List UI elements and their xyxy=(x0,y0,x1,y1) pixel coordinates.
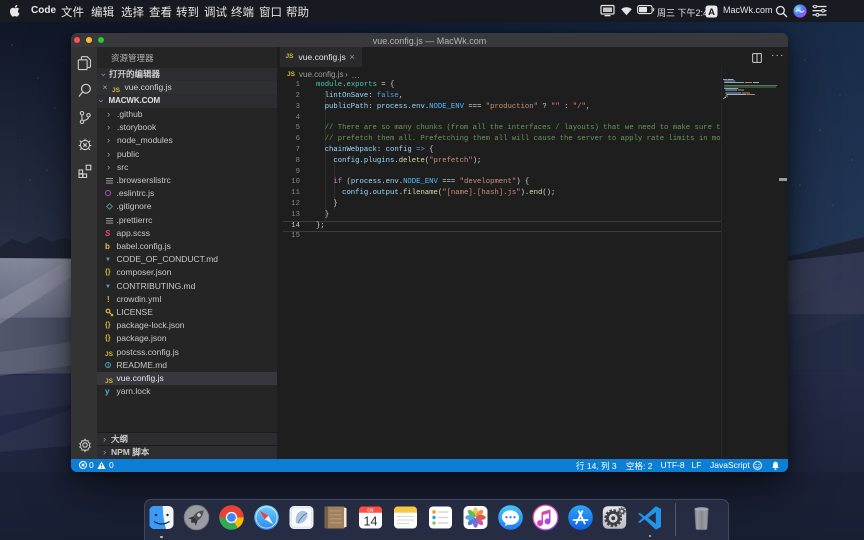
svg-text:A: A xyxy=(708,6,715,17)
svg-text:14: 14 xyxy=(364,515,378,529)
